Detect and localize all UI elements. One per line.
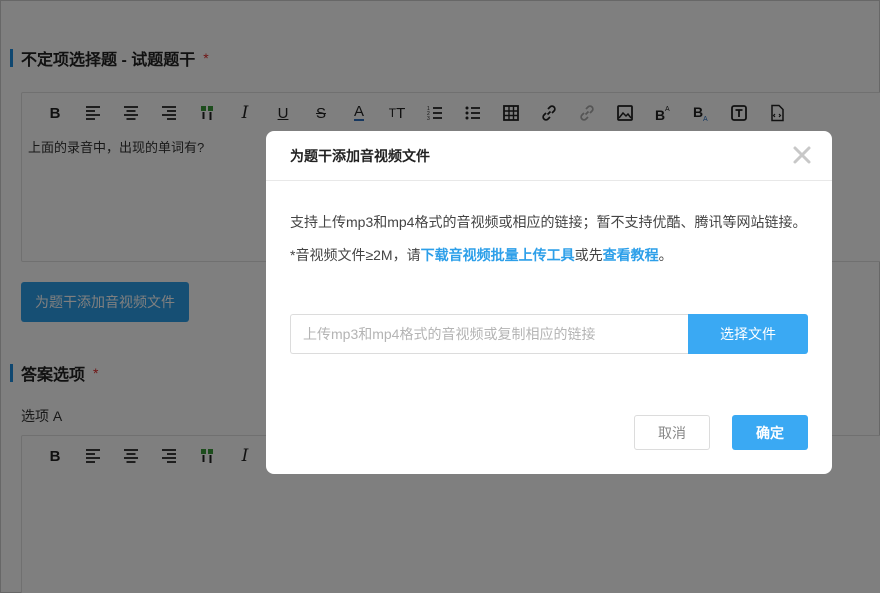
close-button[interactable] [792,145,812,165]
confirm-button[interactable]: 确定 [732,415,808,450]
dialog-size-note: *音视频文件≥2M，请下载音视频批量上传工具或先查看教程。 [290,245,673,265]
close-icon [793,146,811,164]
size-note-mid: 或先 [574,247,603,263]
view-tutorial-link[interactable]: 查看教程 [603,247,659,263]
size-note-suffix: 。 [658,247,673,263]
dialog-title: 为题干添加音视频文件 [290,147,430,164]
cancel-button[interactable]: 取消 [634,415,710,450]
add-media-dialog: 为题干添加音视频文件 支持上传mp3和mp4格式的音视频或相应的链接；暂不支持优… [266,131,832,474]
dialog-header: 为题干添加音视频文件 [266,131,832,181]
media-url-input[interactable] [290,314,688,354]
choose-file-button[interactable]: 选择文件 [688,314,808,354]
dialog-description: 支持上传mp3和mp4格式的音视频或相应的链接；暂不支持优酷、腾讯等网站链接。 [290,214,807,230]
download-upload-tool-link[interactable]: 下载音视频批量上传工具 [421,247,575,263]
size-note-prefix: *音视频文件≥2M，请 [290,247,421,263]
